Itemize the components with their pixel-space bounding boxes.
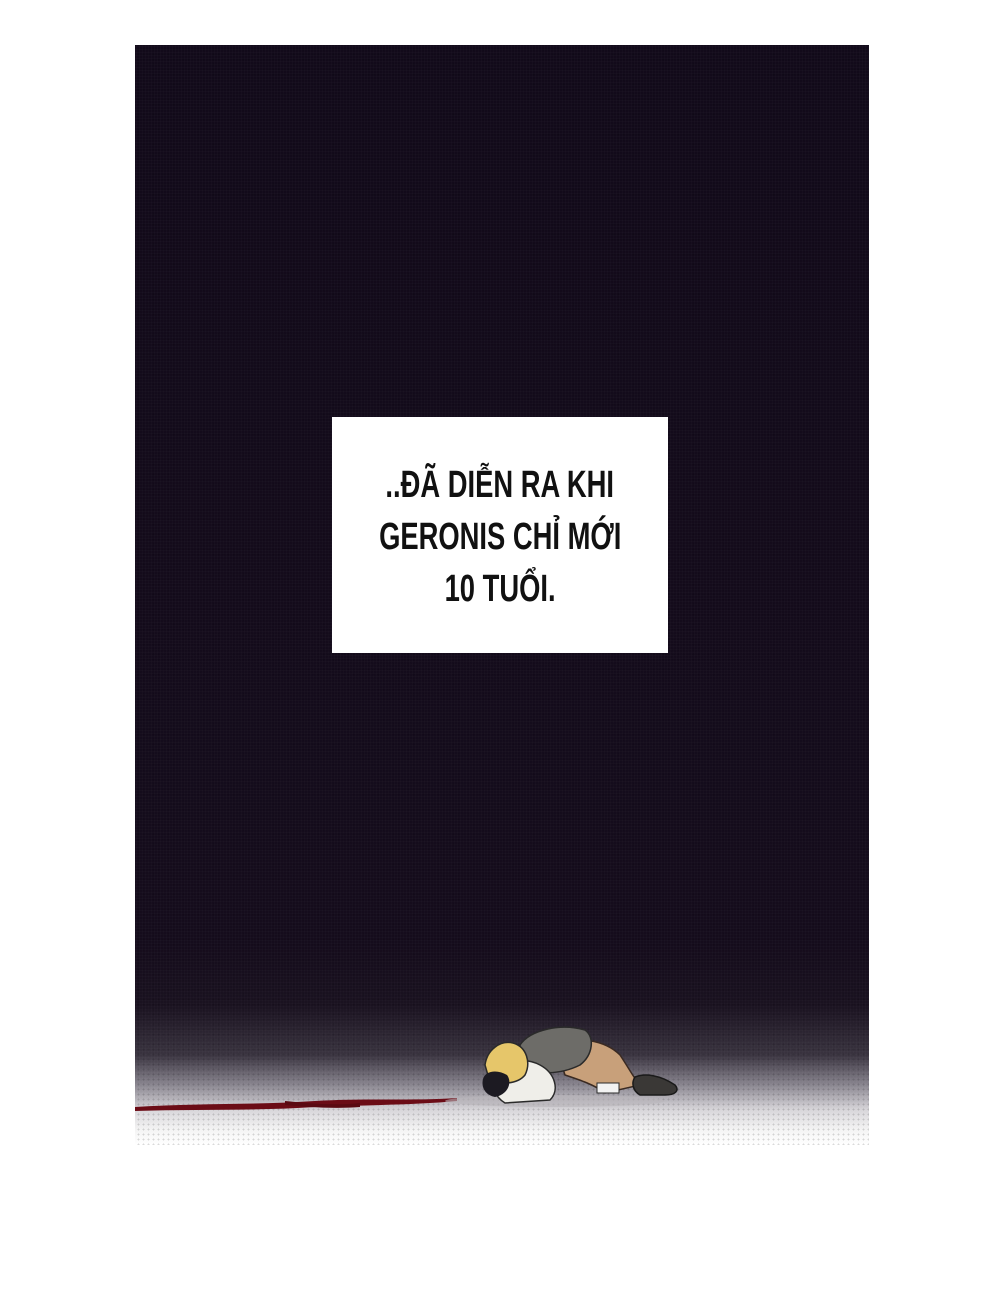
- comic-panel: ..ĐÃ DIỄN RA KHI GERONIS CHỈ MỚI 10 TUỔI…: [135, 45, 869, 1145]
- caption-line-2: GERONIS CHỈ MỚI: [378, 516, 622, 558]
- caption-line-3: 10 TUỔI.: [444, 568, 556, 610]
- caption-box: ..ĐÃ DIỄN RA KHI GERONIS CHỈ MỚI 10 TUỔI…: [332, 417, 668, 653]
- caption-line-1: ..ĐÃ DIỄN RA KHI: [385, 464, 615, 506]
- shoes: [632, 1074, 678, 1096]
